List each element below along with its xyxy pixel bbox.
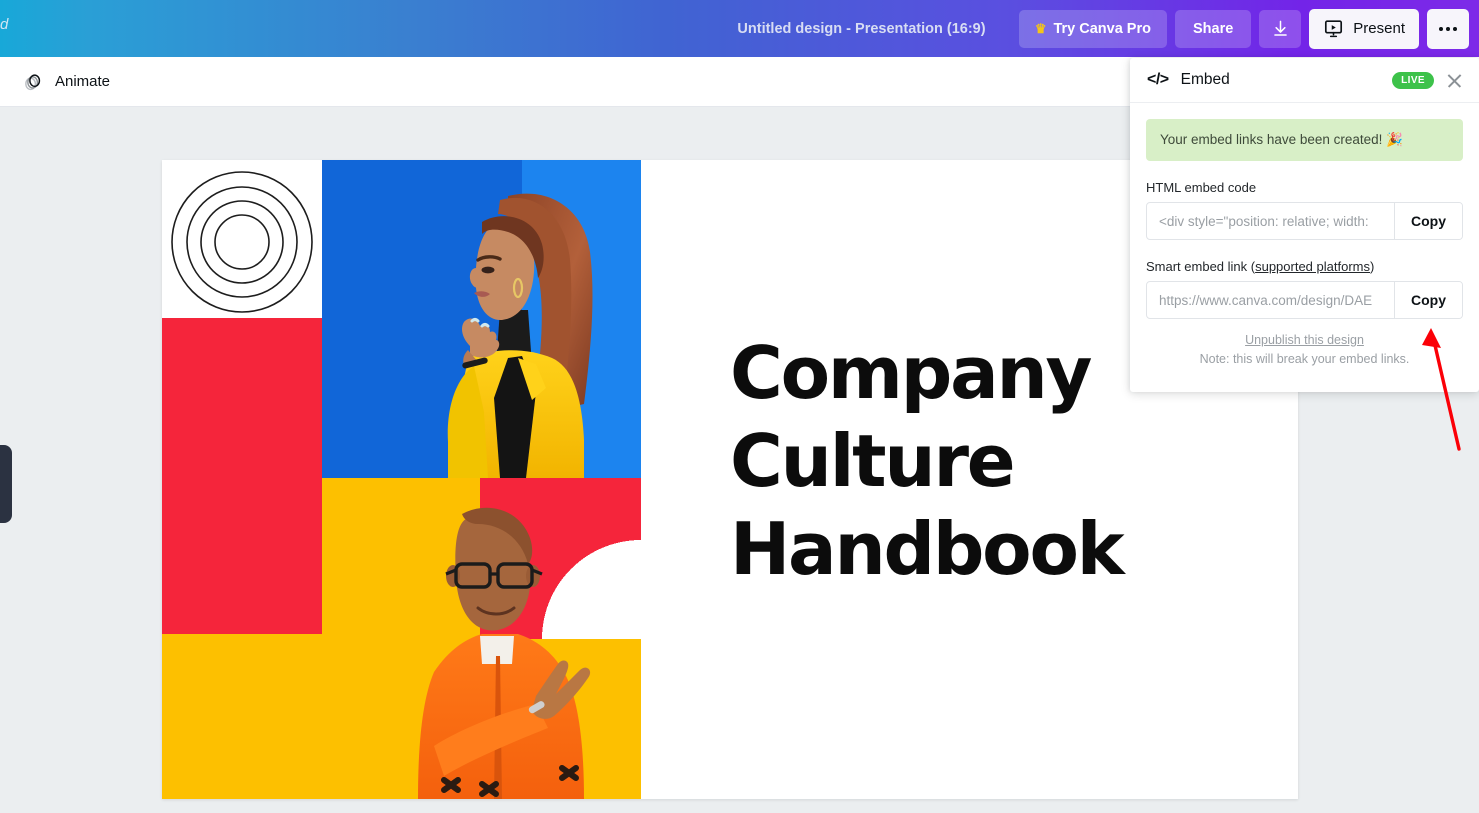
- share-label: Share: [1192, 20, 1234, 37]
- smart-embed-label: Smart embed link (supported platforms): [1146, 259, 1463, 274]
- top-bar: d Untitled design - Presentation (16:9) …: [0, 0, 1479, 57]
- embed-panel-header: </> Embed LIVE: [1130, 58, 1479, 103]
- slide-title-line: Culture: [730, 418, 1016, 503]
- top-bar-actions: ♛ Try Canva Pro Share Present: [1018, 0, 1469, 57]
- present-label: Present: [1353, 20, 1405, 37]
- concentric-rings-graphic: [171, 171, 313, 313]
- slide-page[interactable]: Company Culture Handbook: [162, 160, 1298, 799]
- code-embed-icon: </>: [1147, 71, 1169, 88]
- success-banner: Your embed links have been created! 🎉: [1146, 119, 1463, 161]
- html-embed-field-row: Copy: [1146, 202, 1463, 240]
- panel-collapse-handle[interactable]: [0, 445, 12, 523]
- try-canva-pro-label: Try Canva Pro: [1053, 20, 1151, 37]
- copy-smart-link-button[interactable]: Copy: [1394, 282, 1462, 318]
- unpublish-design-link[interactable]: Unpublish this design: [1146, 333, 1463, 347]
- live-status-badge: LIVE: [1392, 71, 1434, 89]
- more-options-icon: [1446, 26, 1450, 31]
- animate-circles-icon: [25, 73, 41, 90]
- document-title[interactable]: Untitled design - Presentation (16:9): [737, 21, 985, 37]
- embed-panel-title: Embed: [1180, 71, 1230, 88]
- embed-panel-body: Your embed links have been created! 🎉 HT…: [1130, 103, 1479, 366]
- share-button[interactable]: Share: [1174, 9, 1252, 48]
- photo-woman-yellow-jacket: [447, 193, 593, 478]
- more-options-icon: [1453, 26, 1457, 31]
- collage-red-block: [162, 318, 322, 634]
- html-embed-input[interactable]: [1147, 203, 1394, 239]
- canva-editor-window: d Untitled design - Presentation (16:9) …: [0, 0, 1479, 813]
- try-canva-pro-button[interactable]: ♛ Try Canva Pro: [1018, 9, 1167, 48]
- embed-panel: </> Embed LIVE Your embed links have bee…: [1130, 58, 1479, 392]
- close-icon[interactable]: [1446, 72, 1463, 89]
- slide-title-line: Handbook: [730, 506, 1125, 591]
- smart-embed-input[interactable]: [1147, 282, 1394, 318]
- more-options-button[interactable]: [1427, 8, 1469, 49]
- present-button[interactable]: Present: [1309, 8, 1419, 49]
- smart-embed-label-prefix: Smart embed link (: [1146, 259, 1256, 274]
- download-icon: [1274, 20, 1287, 36]
- smart-embed-field-row: Copy: [1146, 281, 1463, 319]
- photo-man-orange-hoodie: [418, 507, 591, 799]
- more-options-icon: [1439, 26, 1443, 31]
- presentation-screen-icon: [1325, 20, 1343, 38]
- animate-label: Animate: [55, 73, 111, 90]
- collage-yellow-block-left: [162, 634, 322, 799]
- animate-button[interactable]: Animate: [14, 66, 118, 98]
- smart-embed-label-suffix: ): [1370, 259, 1375, 274]
- copy-html-embed-button[interactable]: Copy: [1394, 203, 1462, 239]
- unpublish-note: Note: this will break your embed links.: [1199, 352, 1410, 366]
- partial-doc-text: d: [0, 16, 9, 33]
- design-collage: [162, 160, 641, 799]
- download-button[interactable]: [1259, 9, 1302, 48]
- supported-platforms-link[interactable]: supported platforms: [1255, 259, 1370, 274]
- html-embed-label: HTML embed code: [1146, 180, 1257, 195]
- crown-icon: ♛: [1034, 21, 1047, 36]
